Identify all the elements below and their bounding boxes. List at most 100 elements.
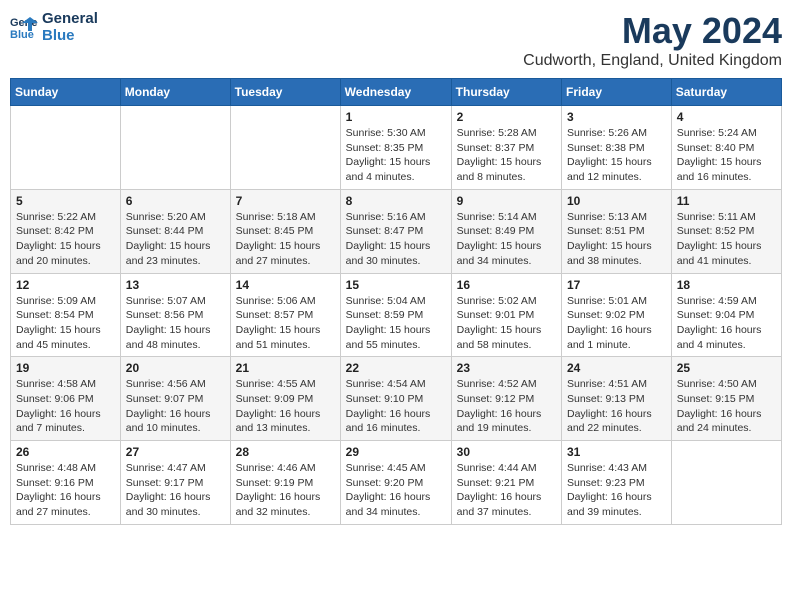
day-number: 21 [236, 361, 335, 375]
calendar-cell: 27 Sunrise: 4:47 AMSunset: 9:17 PMDayligh… [120, 441, 230, 525]
calendar-cell: 21 Sunrise: 4:55 AMSunset: 9:09 PMDayligh… [230, 357, 340, 441]
calendar-week-3: 12 Sunrise: 5:09 AMSunset: 8:54 PMDayligh… [11, 273, 782, 357]
day-info: Sunrise: 5:06 AMSunset: 8:57 PMDaylight:… [236, 294, 335, 353]
day-number: 7 [236, 194, 335, 208]
day-number: 28 [236, 445, 335, 459]
day-info: Sunrise: 5:13 AMSunset: 8:51 PMDaylight:… [567, 210, 666, 269]
calendar-cell: 4 Sunrise: 5:24 AMSunset: 8:40 PMDaylight… [671, 106, 781, 190]
calendar-cell: 7 Sunrise: 5:18 AMSunset: 8:45 PMDaylight… [230, 189, 340, 273]
calendar-cell: 13 Sunrise: 5:07 AMSunset: 8:56 PMDayligh… [120, 273, 230, 357]
calendar-cell: 24Sunrise: 4:51 AMSunset: 9:13 PMDayligh… [562, 357, 672, 441]
day-info: Sunrise: 4:43 AMSunset: 9:23 PMDaylight:… [567, 461, 666, 520]
calendar-week-2: 5 Sunrise: 5:22 AMSunset: 8:42 PMDaylight… [11, 189, 782, 273]
calendar-cell: 10Sunrise: 5:13 AMSunset: 8:51 PMDayligh… [562, 189, 672, 273]
calendar-cell: 30 Sunrise: 4:44 AMSunset: 9:21 PMDayligh… [451, 441, 561, 525]
header: General Blue General Blue May 2024 Cudwo… [10, 10, 782, 70]
calendar-cell: 9Sunrise: 5:14 AMSunset: 8:49 PMDaylight… [451, 189, 561, 273]
calendar-cell: 8 Sunrise: 5:16 AMSunset: 8:47 PMDaylight… [340, 189, 451, 273]
calendar-cell: 11 Sunrise: 5:11 AMSunset: 8:52 PMDayligh… [671, 189, 781, 273]
calendar-cell: 1 Sunrise: 5:30 AMSunset: 8:35 PMDaylight… [340, 106, 451, 190]
day-info: Sunrise: 4:47 AMSunset: 9:17 PMDaylight:… [126, 461, 225, 520]
calendar-cell [120, 106, 230, 190]
day-number: 24 [567, 361, 666, 375]
day-info: Sunrise: 4:50 AMSunset: 9:15 PMDaylight:… [677, 377, 776, 436]
calendar-cell: 26Sunrise: 4:48 AMSunset: 9:16 PMDayligh… [11, 441, 121, 525]
calendar-cell: 18 Sunrise: 4:59 AMSunset: 9:04 PMDayligh… [671, 273, 781, 357]
day-info: Sunrise: 5:02 AMSunset: 9:01 PMDaylight:… [457, 294, 556, 353]
calendar-cell: 28Sunrise: 4:46 AMSunset: 9:19 PMDayligh… [230, 441, 340, 525]
day-number: 19 [16, 361, 115, 375]
calendar-cell: 17Sunrise: 5:01 AMSunset: 9:02 PMDayligh… [562, 273, 672, 357]
day-number: 11 [677, 194, 776, 208]
calendar-cell: 6Sunrise: 5:20 AMSunset: 8:44 PMDaylight… [120, 189, 230, 273]
calendar-title: May 2024 [523, 10, 782, 52]
calendar-cell: 20Sunrise: 4:56 AMSunset: 9:07 PMDayligh… [120, 357, 230, 441]
calendar-subtitle: Cudworth, England, United Kingdom [523, 52, 782, 70]
calendar-week-4: 19 Sunrise: 4:58 AMSunset: 9:06 PMDayligh… [11, 357, 782, 441]
day-info: Sunrise: 5:22 AMSunset: 8:42 PMDaylight:… [16, 210, 115, 269]
day-number: 23 [457, 361, 556, 375]
day-info: Sunrise: 4:55 AMSunset: 9:09 PMDaylight:… [236, 377, 335, 436]
day-number: 4 [677, 110, 776, 124]
day-number: 16 [457, 278, 556, 292]
header-day-thursday: Thursday [451, 79, 561, 106]
day-info: Sunrise: 5:30 AMSunset: 8:35 PMDaylight:… [346, 126, 446, 185]
calendar-cell: 31 Sunrise: 4:43 AMSunset: 9:23 PMDayligh… [562, 441, 672, 525]
day-number: 25 [677, 361, 776, 375]
day-number: 5 [16, 194, 115, 208]
day-number: 31 [567, 445, 666, 459]
calendar-cell: 5 Sunrise: 5:22 AMSunset: 8:42 PMDaylight… [11, 189, 121, 273]
day-info: Sunrise: 5:11 AMSunset: 8:52 PMDaylight:… [677, 210, 776, 269]
calendar-cell: 16 Sunrise: 5:02 AMSunset: 9:01 PMDayligh… [451, 273, 561, 357]
calendar-header-row: SundayMondayTuesdayWednesdayThursdayFrid… [11, 79, 782, 106]
day-info: Sunrise: 5:07 AMSunset: 8:56 PMDaylight:… [126, 294, 225, 353]
day-info: Sunrise: 4:58 AMSunset: 9:06 PMDaylight:… [16, 377, 115, 436]
calendar-cell: 23 Sunrise: 4:52 AMSunset: 9:12 PMDayligh… [451, 357, 561, 441]
day-number: 14 [236, 278, 335, 292]
calendar-cell [11, 106, 121, 190]
calendar-cell: 29 Sunrise: 4:45 AMSunset: 9:20 PMDayligh… [340, 441, 451, 525]
day-number: 15 [346, 278, 446, 292]
day-info: Sunrise: 5:04 AMSunset: 8:59 PMDaylight:… [346, 294, 446, 353]
day-number: 9 [457, 194, 556, 208]
day-info: Sunrise: 5:28 AMSunset: 8:37 PMDaylight:… [457, 126, 556, 185]
day-number: 26 [16, 445, 115, 459]
day-number: 13 [126, 278, 225, 292]
day-number: 30 [457, 445, 556, 459]
calendar-cell: 12 Sunrise: 5:09 AMSunset: 8:54 PMDayligh… [11, 273, 121, 357]
header-day-saturday: Saturday [671, 79, 781, 106]
day-number: 20 [126, 361, 225, 375]
day-info: Sunrise: 5:18 AMSunset: 8:45 PMDaylight:… [236, 210, 335, 269]
day-number: 18 [677, 278, 776, 292]
day-number: 2 [457, 110, 556, 124]
logo: General Blue General Blue [10, 10, 98, 44]
calendar-week-5: 26Sunrise: 4:48 AMSunset: 9:16 PMDayligh… [11, 441, 782, 525]
day-number: 6 [126, 194, 225, 208]
day-number: 8 [346, 194, 446, 208]
day-info: Sunrise: 5:16 AMSunset: 8:47 PMDaylight:… [346, 210, 446, 269]
day-number: 1 [346, 110, 446, 124]
header-day-wednesday: Wednesday [340, 79, 451, 106]
logo-line2: Blue [42, 27, 98, 44]
day-number: 17 [567, 278, 666, 292]
logo-line1: General [42, 10, 98, 27]
day-info: Sunrise: 4:45 AMSunset: 9:20 PMDaylight:… [346, 461, 446, 520]
day-number: 27 [126, 445, 225, 459]
calendar-cell: 15 Sunrise: 5:04 AMSunset: 8:59 PMDayligh… [340, 273, 451, 357]
calendar-cell: 2 Sunrise: 5:28 AMSunset: 8:37 PMDaylight… [451, 106, 561, 190]
day-info: Sunrise: 4:59 AMSunset: 9:04 PMDaylight:… [677, 294, 776, 353]
calendar-table: SundayMondayTuesdayWednesdayThursdayFrid… [10, 78, 782, 525]
day-info: Sunrise: 5:09 AMSunset: 8:54 PMDaylight:… [16, 294, 115, 353]
header-day-friday: Friday [562, 79, 672, 106]
day-number: 12 [16, 278, 115, 292]
title-area: May 2024 Cudworth, England, United Kingd… [523, 10, 782, 70]
day-info: Sunrise: 5:24 AMSunset: 8:40 PMDaylight:… [677, 126, 776, 185]
header-day-monday: Monday [120, 79, 230, 106]
header-day-sunday: Sunday [11, 79, 121, 106]
calendar-week-1: 1 Sunrise: 5:30 AMSunset: 8:35 PMDaylight… [11, 106, 782, 190]
day-number: 29 [346, 445, 446, 459]
calendar-cell: 25 Sunrise: 4:50 AMSunset: 9:15 PMDayligh… [671, 357, 781, 441]
day-info: Sunrise: 4:44 AMSunset: 9:21 PMDaylight:… [457, 461, 556, 520]
day-number: 3 [567, 110, 666, 124]
day-info: Sunrise: 4:52 AMSunset: 9:12 PMDaylight:… [457, 377, 556, 436]
